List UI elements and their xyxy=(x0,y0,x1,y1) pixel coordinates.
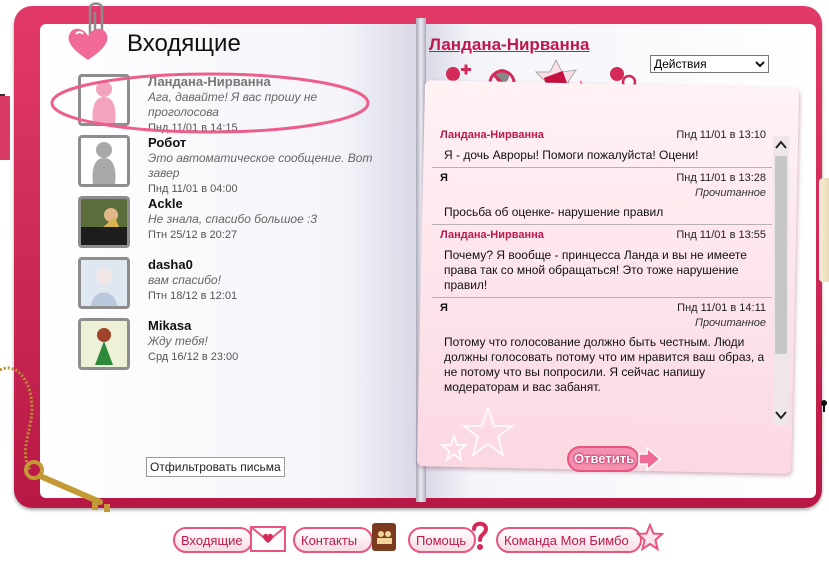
chat-sender: Я xyxy=(440,302,448,314)
filter-messages-button[interactable]: Отфильтровать письма xyxy=(146,457,285,477)
nav-contacts-label: Контакты xyxy=(301,533,358,548)
question-mark-icon xyxy=(472,521,489,550)
sender-name: dasha0 xyxy=(148,257,193,272)
read-status: Прочитанное xyxy=(694,317,766,329)
envelope-heart-icon xyxy=(250,526,286,552)
message-preview: Жду тебя! xyxy=(148,334,208,348)
message-preview: вам спасибо! xyxy=(148,273,221,287)
photo-avatar-icon xyxy=(81,260,127,306)
conversation-thread: Ландана-Нирванна Пнд 11/01 в 13:10 Я - д… xyxy=(432,125,772,435)
avatar xyxy=(78,135,130,187)
nav-inbox-label: Входящие xyxy=(181,533,243,548)
photo-avatar-icon xyxy=(81,321,127,367)
list-item[interactable]: dasha0 вам спасибо! Птн 18/12 в 12:01 xyxy=(78,257,378,318)
chat-time: Пнд 11/01 в 13:28 xyxy=(676,172,766,184)
read-status: Прочитанное xyxy=(694,187,766,199)
address-book-icon xyxy=(372,523,396,551)
conversation-scrollbar[interactable] xyxy=(773,136,789,426)
actions-select-value: Действия xyxy=(654,57,707,71)
avatar xyxy=(78,318,130,370)
star-icon xyxy=(636,523,664,551)
avatar xyxy=(78,257,130,309)
chat-message: Я Пнд 11/01 в 14:11 Прочитанное Потому ч… xyxy=(432,298,772,399)
avatar xyxy=(78,196,130,248)
chat-body: Потому что голосование должно быть честн… xyxy=(444,335,765,394)
lock-clasp xyxy=(819,178,829,412)
list-item[interactable]: Mikasa Жду тебя! Срд 16/12 в 23:00 xyxy=(78,318,378,379)
heart-icon xyxy=(68,28,108,60)
message-preview: Это автоматическое сообщение. Вот завер xyxy=(148,151,373,180)
nav-inbox-button[interactable]: Входящие xyxy=(173,526,289,553)
gray-silhouette-icon xyxy=(92,142,116,184)
message-date: Срд 16/12 в 23:00 xyxy=(148,351,239,363)
chat-sender[interactable]: Ландана-Нирванна xyxy=(440,129,544,141)
keyhole-icon xyxy=(821,400,827,412)
scrollbar-thumb[interactable] xyxy=(775,156,787,354)
chevron-down-icon[interactable] xyxy=(774,408,788,422)
actions-select[interactable]: Действия xyxy=(650,55,769,73)
chat-body: Просьба об оценке- нарушение правил xyxy=(444,205,664,219)
sender-name: Ackle xyxy=(148,196,183,211)
nav-contacts-button[interactable]: Контакты xyxy=(293,523,401,553)
inbox-title: Входящие xyxy=(127,30,241,57)
chevron-up-icon[interactable] xyxy=(774,138,788,152)
nav-team-button[interactable]: Команда Моя Бимбо xyxy=(496,523,668,553)
message-date: Пнд 11/01 в 04:00 xyxy=(148,183,238,195)
reply-label: Ответить xyxy=(574,451,635,466)
chat-sender[interactable]: Ландана-Нирванна xyxy=(440,229,544,241)
chat-time: Пнд 11/01 в 13:10 xyxy=(676,129,766,141)
chat-message: Ландана-Нирванна Пнд 11/01 в 13:55 Почем… xyxy=(432,225,772,298)
photo-avatar-icon xyxy=(81,199,127,245)
sender-name: Mikasa xyxy=(148,318,192,333)
conversation-partner-link[interactable]: Ландана-Нирванна xyxy=(429,35,590,55)
nav-team-label: Команда Моя Бимбо xyxy=(504,533,629,548)
chevron-down-icon xyxy=(755,61,765,68)
list-item[interactable]: Ackle Не знала, спасибо большое :3 Птн 2… xyxy=(78,196,378,257)
selection-oval xyxy=(50,72,370,134)
chat-message: Ландана-Нирванна Пнд 11/01 в 13:10 Я - д… xyxy=(432,125,772,168)
message-preview: Не знала, спасибо большое :3 xyxy=(148,212,318,226)
chat-time: Пнд 11/01 в 14:11 xyxy=(677,302,766,314)
left-bookmark xyxy=(0,96,10,160)
chat-body: Почему? Я вообще - принцесса Ланда и вы … xyxy=(444,248,747,292)
chat-body: Я - дочь Авроры! Помоги пожалуйста! Оцен… xyxy=(444,148,699,162)
chat-time: Пнд 11/01 в 13:55 xyxy=(676,229,766,241)
chat-sender: Я xyxy=(440,172,448,184)
nav-help-button[interactable]: Помощь xyxy=(408,521,490,553)
list-item[interactable]: Робот Это автоматическое сообщение. Вот … xyxy=(78,135,378,196)
message-date: Птн 18/12 в 12:01 xyxy=(148,290,238,302)
reply-button[interactable]: Ответить xyxy=(567,446,661,472)
message-date: Птн 25/12 в 20:27 xyxy=(148,229,238,241)
chat-message: Я Пнд 11/01 в 13:28 Прочитанное Просьба … xyxy=(432,168,772,225)
nav-help-label: Помощь xyxy=(416,533,467,548)
